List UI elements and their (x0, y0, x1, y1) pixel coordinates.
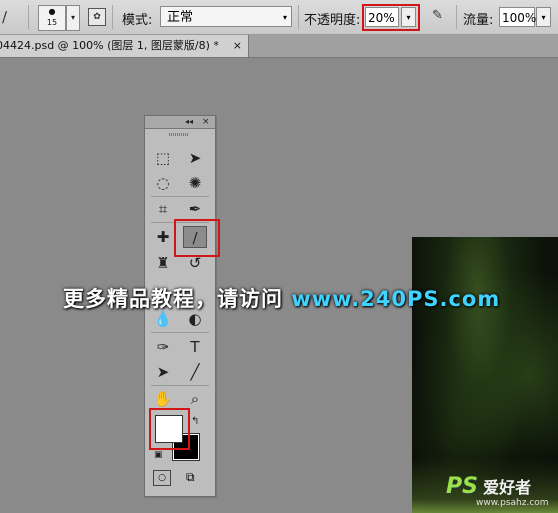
divider (151, 385, 209, 386)
swap-colors-icon[interactable]: ↰ (191, 416, 199, 427)
brush-panel-toggle-icon[interactable]: ✿ (88, 8, 106, 26)
chevron-down-icon: ▾ (282, 13, 287, 22)
opacity-label: 不透明度: (304, 13, 361, 28)
logo-mark: PS (446, 474, 478, 499)
toolbox-header[interactable]: ◂◂ × (145, 116, 215, 129)
move-tool-icon[interactable]: ➤ (183, 147, 207, 169)
close-icon[interactable]: × (233, 35, 242, 57)
brush-size-value: 15 (46, 18, 58, 27)
path-selection-tool-icon[interactable]: ➤ (151, 361, 175, 383)
document-tab-bar: 04424.psd @ 100% (图层 1, 图层蒙版/8) * × (0, 35, 558, 58)
crop-tool-icon[interactable]: ⌗ (151, 198, 175, 220)
lasso-tool-icon[interactable]: ◌ (151, 172, 175, 194)
logo-url: www.psahz.com (476, 498, 549, 508)
brush-highlight-box (174, 219, 220, 257)
canvas-image[interactable] (412, 237, 558, 513)
separator (112, 5, 113, 29)
flow-label: 流量: (463, 13, 494, 28)
magic-wand-tool-icon[interactable]: ✺ (183, 172, 207, 194)
opacity-highlight-box (362, 4, 420, 31)
flow-input[interactable]: 100% (499, 7, 536, 27)
close-icon[interactable]: × (202, 116, 210, 128)
brush-dot-icon: ● (48, 7, 56, 16)
separator (28, 5, 29, 29)
separator (298, 5, 299, 29)
document-title: 04424.psd @ 100% (图层 1, 图层蒙版/8) * (0, 39, 219, 52)
watermark-text: 更多精品教程，请访问 (63, 287, 283, 311)
grip-icon[interactable] (169, 133, 189, 136)
pressure-opacity-icon[interactable]: ✎ (432, 8, 448, 24)
pen-tool-icon[interactable]: ✑ (151, 336, 175, 358)
brush-tool-icon[interactable]: ∕ (2, 8, 7, 26)
default-colors-icon[interactable]: ▣ (154, 450, 163, 460)
color-highlight-box (149, 408, 190, 450)
logo: PS 爱好者 www.psahz.com (446, 474, 549, 508)
hand-tool-icon[interactable]: ✋ (151, 388, 175, 410)
logo-cn: 爱好者 (483, 478, 532, 497)
divider (151, 196, 209, 197)
mode-value: 正常 (167, 10, 194, 25)
separator (456, 5, 457, 29)
collapse-icon[interactable]: ◂◂ (185, 116, 193, 128)
mode-select[interactable]: 正常 ▾ (160, 6, 292, 27)
flow-dropdown[interactable]: ▾ (536, 7, 551, 27)
clone-stamp-tool-icon[interactable]: ♜ (151, 252, 175, 274)
screen-mode-icon[interactable]: ⧉ (186, 470, 204, 484)
document-tab[interactable]: 04424.psd @ 100% (图层 1, 图层蒙版/8) * × (0, 35, 249, 57)
divider (151, 332, 209, 333)
eyedropper-tool-icon[interactable]: ✒ (183, 198, 207, 220)
options-bar: ∕ ● 15 ▾ ✿ 模式: 正常 ▾ 不透明度: 20% ▾ ✎ 流量: 10… (0, 0, 558, 35)
healing-brush-tool-icon[interactable]: ✚ (151, 226, 175, 248)
brush-preset-picker[interactable]: ● 15 (38, 5, 66, 31)
watermark-url: www.240PS.com (291, 287, 501, 311)
zoom-tool-icon[interactable]: ⌕ (183, 388, 207, 410)
line-tool-icon[interactable]: ╱ (183, 361, 207, 383)
quick-mask-icon[interactable]: ○ (153, 470, 171, 486)
marquee-tool-icon[interactable]: ⬚ (151, 147, 175, 169)
type-tool-icon[interactable]: T (183, 336, 207, 358)
mode-label: 模式: (122, 13, 153, 28)
brush-preset-dropdown[interactable]: ▾ (66, 5, 80, 31)
watermark: 更多精品教程，请访问 www.240PS.com (63, 283, 500, 313)
